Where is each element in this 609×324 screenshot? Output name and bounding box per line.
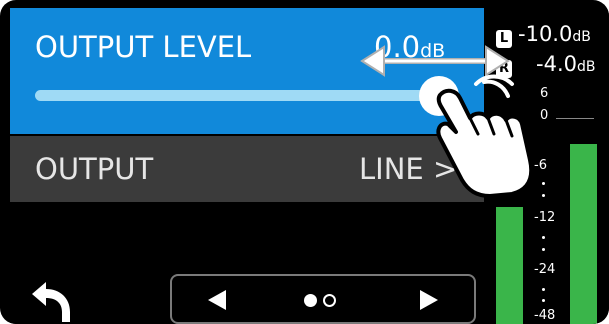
output-label: OUTPUT [35,152,154,186]
output-level-label: OUTPUT LEVEL [35,30,252,64]
meter-tick-dot [542,182,545,185]
back-button[interactable] [24,276,78,324]
meter-tick-minus-24: -24 [534,262,556,277]
left-channel-badge: L [496,30,512,48]
meter-tick-dot [542,236,545,239]
output-level-unit: dB [420,40,446,62]
right-peak-readout: -4.0dB [536,52,595,76]
meter-tick-dot [542,194,545,197]
settings-panel: OUTPUT LEVEL 0.0dB OUTPUT LINE > [10,8,484,324]
device-screen: OUTPUT LEVEL 0.0dB OUTPUT LINE > L -10.0… [0,0,609,324]
meter-tick-minus-6: -6 [534,158,547,173]
right-level-bar [570,144,597,324]
output-level-value: 0.0dB [374,30,445,64]
output-row[interactable]: OUTPUT LINE > [10,136,484,202]
output-value: LINE > [359,152,457,186]
chevron-right-icon: > [432,152,458,186]
meter-tick-minus-12: -12 [534,210,556,225]
output-value-text: LINE [359,152,424,186]
triangle-left-icon[interactable] [206,288,228,312]
left-peak-unit: dB [572,29,591,45]
output-level-number: 0.0 [374,30,421,64]
level-meter: L -10.0dB R -4.0dB 6 0 -6 -12 -24 -48 [484,8,609,324]
page-dot-active[interactable] [304,294,317,307]
left-level-bar [496,207,523,324]
left-peak-value: -10.0 [518,22,573,46]
meter-tick-dot [542,299,545,302]
meter-tick-minus-48: -48 [534,308,556,323]
back-arrow-icon [32,282,70,322]
meter-tick-dot [542,288,545,291]
meter-tick-dot [542,248,545,251]
right-peak-value: -4.0 [536,52,577,76]
output-level-slider-knob[interactable] [419,76,459,116]
meter-tick-0: 0 [540,108,549,123]
triangle-right-icon[interactable] [418,288,440,312]
right-peak-unit: dB [576,59,596,75]
left-peak-readout: -10.0dB [518,22,591,46]
meter-tick-6: 6 [540,86,549,101]
page-navigator [170,274,476,324]
meter-zero-line [556,118,594,119]
output-level-slider-track[interactable] [35,90,447,101]
page-dot-inactive[interactable] [323,294,336,307]
right-channel-badge: R [496,60,512,78]
output-level-row[interactable]: OUTPUT LEVEL 0.0dB [10,8,484,134]
